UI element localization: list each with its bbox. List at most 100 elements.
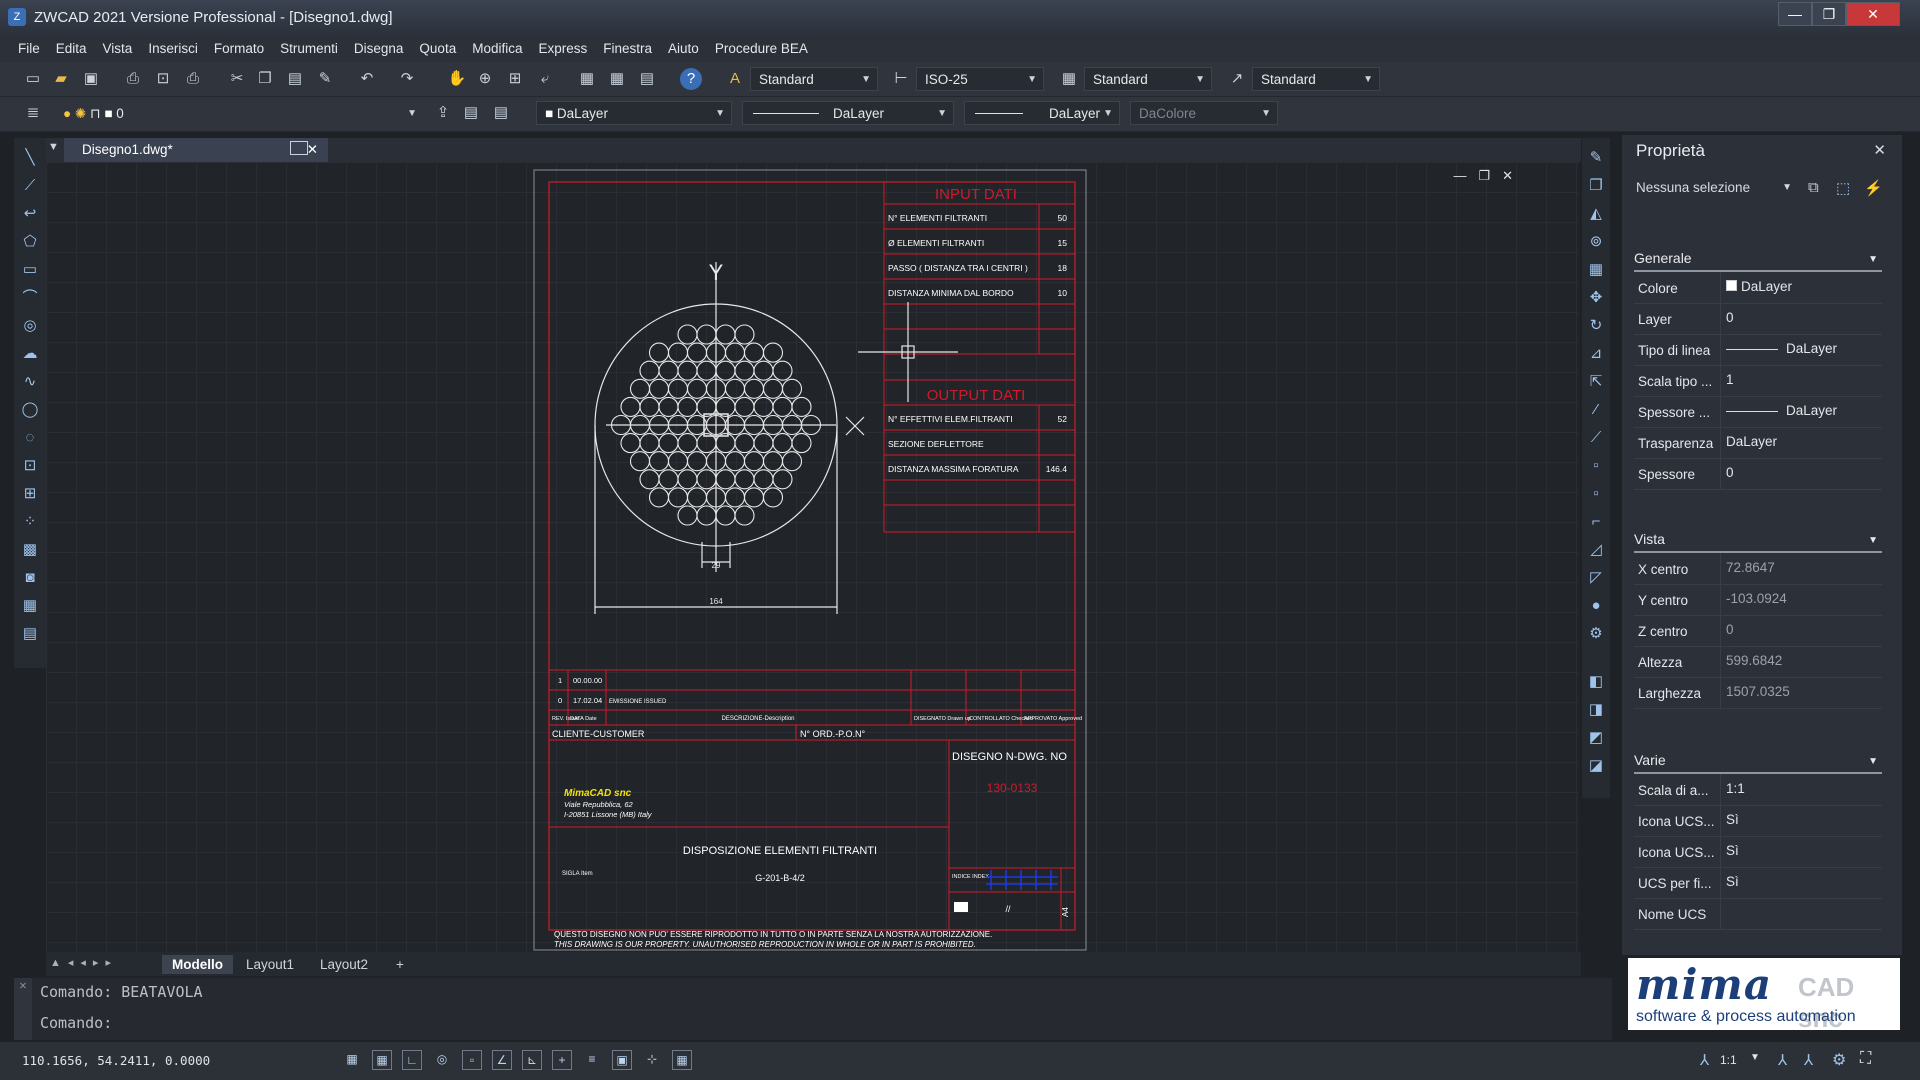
scale-dropdown-icon[interactable]: ▼ — [1750, 1052, 1760, 1063]
layer-previous-icon[interactable]: ▤ — [460, 102, 482, 124]
annotation-visibility-icon[interactable]: ⅄ — [1778, 1051, 1787, 1069]
edit-polyline-icon[interactable]: ⚙ — [1586, 624, 1606, 644]
tab-disegno1[interactable]: Disegno1.dwg* ✕ — [64, 138, 328, 162]
properties-close-icon[interactable]: ✕ — [1873, 141, 1886, 159]
pan-icon[interactable]: ✋ — [446, 68, 468, 90]
tab-modello[interactable]: Modello — [162, 955, 233, 974]
tool-palette-icon[interactable]: ▤ — [636, 68, 658, 90]
menu-strumenti[interactable]: Strumenti — [272, 36, 346, 62]
ellipse-icon[interactable]: ◯ — [20, 400, 40, 420]
ducs-icon[interactable]: ⊾ — [522, 1050, 542, 1070]
erase-icon[interactable]: ✎ — [1586, 148, 1606, 168]
draworder-back-icon[interactable]: ◨ — [1586, 700, 1606, 720]
tab-nav-arrows-icon[interactable]: ▲◂◂▸▸ — [50, 956, 118, 969]
cut-icon[interactable]: ✂ — [226, 68, 248, 90]
menu-file[interactable]: File — [10, 36, 48, 62]
polygon-icon[interactable]: ⬠ — [20, 232, 40, 252]
design-center-icon[interactable]: ▦ — [606, 68, 628, 90]
draworder-below-icon[interactable]: ◪ — [1586, 756, 1606, 776]
prop-row[interactable]: Layer 0 — [1634, 303, 1882, 335]
plotstyle-select[interactable]: DaColore ▼ — [1130, 101, 1278, 125]
prop-row[interactable]: Trasparenza DaLayer — [1634, 427, 1882, 459]
table-icon[interactable]: ▦ — [20, 596, 40, 616]
properties-icon[interactable]: ▦ — [576, 68, 598, 90]
prop-row[interactable]: Tipo di linea DaLayer — [1634, 334, 1882, 366]
menu-aiuto[interactable]: Aiuto — [660, 36, 707, 62]
save-icon[interactable]: ▣ — [80, 68, 102, 90]
dyn-icon[interactable]: + — [552, 1050, 572, 1070]
prop-row[interactable]: Altezza 599.6842 — [1634, 646, 1882, 678]
copy-object-icon[interactable]: ❐ — [1586, 176, 1606, 196]
prop-row[interactable]: Y centro -103.0924 — [1634, 584, 1882, 616]
select-objects-icon[interactable]: ⬚ — [1836, 179, 1850, 197]
command-close-icon[interactable]: ✕ — [14, 978, 32, 1040]
selection-cycling-icon[interactable]: ▦ — [672, 1050, 692, 1070]
explode-icon[interactable]: ◸ — [1586, 568, 1606, 588]
break-icon[interactable]: ▫ — [1586, 456, 1606, 476]
menu-modifica[interactable]: Modifica — [464, 36, 530, 62]
undo-icon[interactable]: ↶ — [356, 68, 378, 90]
prop-row[interactable]: UCS per fi... Sì — [1634, 867, 1882, 899]
transparency-icon[interactable]: ▣ — [612, 1050, 632, 1070]
rotate-icon[interactable]: ↻ — [1586, 316, 1606, 336]
snap-icon[interactable]: ▦ — [372, 1050, 392, 1070]
quick-select-icon[interactable]: ⚡ — [1864, 179, 1883, 197]
lineweight-icon[interactable]: ≡ — [582, 1050, 602, 1070]
command-input[interactable]: Comando: — [40, 1014, 1600, 1032]
prop-row[interactable]: Larghezza 1507.0325 — [1634, 677, 1882, 709]
polar-icon[interactable]: ◎ — [432, 1050, 452, 1070]
fullscreen-icon[interactable]: ⛶ — [1860, 1050, 1871, 1068]
linetype-select[interactable]: DaLayer ▼ — [742, 101, 954, 125]
selection-select[interactable]: Nessuna selezione ▼ — [1636, 180, 1792, 202]
help-icon[interactable]: ? — [680, 68, 702, 90]
menu-express[interactable]: Express — [530, 36, 595, 62]
menu-finestra[interactable]: Finestra — [595, 36, 660, 62]
new-tab-icon[interactable] — [290, 141, 308, 155]
annotation-scale-value[interactable]: 1:1 — [1720, 1053, 1737, 1067]
offset-icon[interactable]: ⊚ — [1586, 232, 1606, 252]
prop-row[interactable]: Icona UCS... Sì — [1634, 805, 1882, 837]
insert-block-icon[interactable]: ⊡ — [20, 456, 40, 476]
new-icon[interactable]: ▭ — [22, 68, 44, 90]
dim-style-select[interactable]: ISO-25 ▼ — [916, 67, 1044, 91]
tab-add-layout[interactable]: + — [386, 955, 414, 974]
layer-manager-icon[interactable]: ≣ — [22, 102, 44, 124]
prop-row[interactable]: Colore DaLayer — [1634, 272, 1882, 304]
copy-icon[interactable]: ❐ — [254, 68, 276, 90]
quick-properties-icon[interactable]: ⊹ — [642, 1050, 662, 1070]
menu-formato[interactable]: Formato — [206, 36, 272, 62]
layer-state-icon[interactable]: ▤ — [490, 102, 512, 124]
circle-icon[interactable]: ◎ — [20, 316, 40, 336]
move-icon[interactable]: ✥ — [1586, 288, 1606, 308]
prop-row[interactable]: Scala tipo ... 1 — [1634, 365, 1882, 397]
rectangle-icon[interactable]: ▭ — [20, 260, 40, 280]
tab-menu-icon[interactable]: ▼ — [48, 141, 59, 153]
auto-scale-icon[interactable]: ⅄ — [1804, 1051, 1813, 1069]
stretch-icon[interactable]: ⇱ — [1586, 372, 1606, 392]
line-icon[interactable]: ╲ — [20, 148, 40, 168]
spline-icon[interactable]: ∿ — [20, 372, 40, 392]
polyline-icon[interactable]: ↩ — [20, 204, 40, 224]
close-button[interactable]: ✕ — [1846, 2, 1900, 26]
osnap-icon[interactable]: ▫ — [462, 1050, 482, 1070]
redo-icon[interactable]: ↷ — [396, 68, 418, 90]
zoom-realtime-icon[interactable]: ⊕ — [474, 68, 496, 90]
menu-edita[interactable]: Edita — [48, 36, 95, 62]
prop-row[interactable]: Spessore 0 — [1634, 458, 1882, 490]
zoom-window-icon[interactable]: ⊞ — [504, 68, 526, 90]
grid-icon[interactable]: ▦ — [342, 1050, 362, 1070]
text-style-select[interactable]: Standard ▼ — [750, 67, 878, 91]
tab-layout1[interactable]: Layout1 — [236, 955, 304, 974]
mleader-style-select[interactable]: Standard ▼ — [1252, 67, 1380, 91]
ortho-icon[interactable]: ∟ — [402, 1050, 422, 1070]
extend-icon[interactable]: ⟋ — [1586, 428, 1606, 448]
point-icon[interactable]: ⁘ — [20, 512, 40, 532]
minimize-button[interactable]: — — [1778, 2, 1812, 26]
annotation-scale-icon[interactable]: ⅄ — [1700, 1051, 1709, 1069]
scale-icon[interactable]: ⊿ — [1586, 344, 1606, 364]
prop-row[interactable]: Icona UCS... Sì — [1634, 836, 1882, 868]
prop-row[interactable]: Scala di a... 1:1 — [1634, 774, 1882, 806]
array-icon[interactable]: ▦ — [1586, 260, 1606, 280]
make-current-icon[interactable]: ⇪ — [432, 102, 454, 124]
maximize-button[interactable]: ❐ — [1812, 2, 1846, 26]
